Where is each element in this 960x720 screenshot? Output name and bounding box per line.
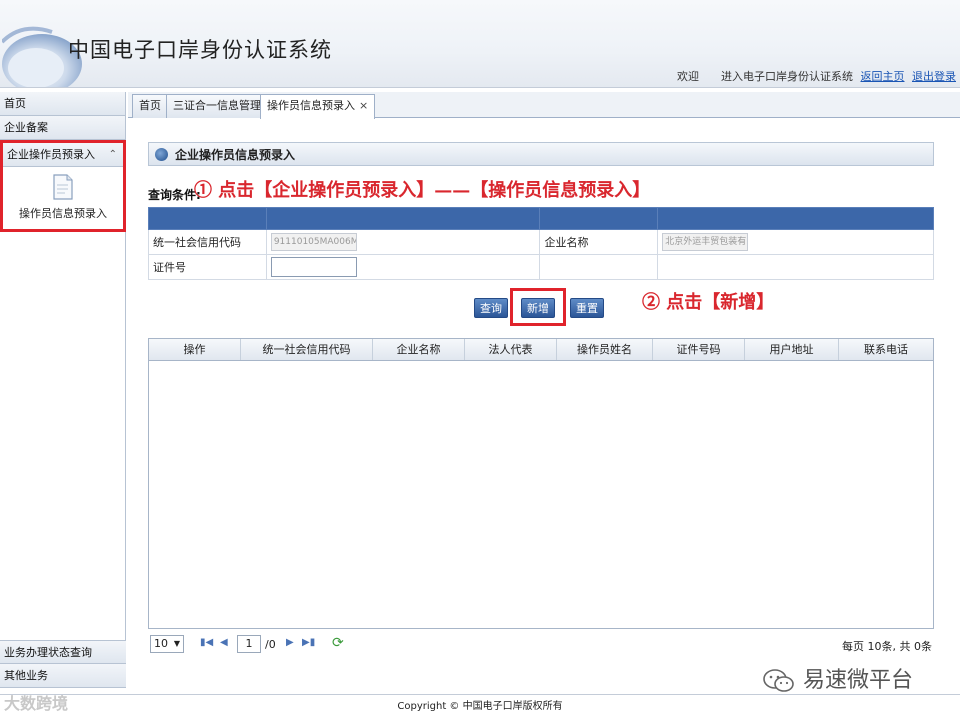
pager: 10 ▼ ▮◀ ◀ 1 /0 ▶ ▶▮ ⟳ 每页 10条, 共 0条 — [148, 632, 934, 658]
tab-label: 三证合一信息管理 — [173, 99, 261, 112]
column-header[interactable]: 联系电话 — [839, 339, 933, 360]
company-name-label: 企业名称 — [539, 229, 659, 255]
watermark-left-text: 大数跨境 — [4, 694, 69, 713]
collapse-chevron-icon[interactable]: ⌃ — [109, 143, 117, 167]
welcome-text: 欢迎 — [677, 70, 699, 83]
id-number-label: 证件号 — [148, 254, 267, 280]
query-form-table: 统一社会信用代码 91110105MA006MF 企业名称 北京外运丰贸包装有限… — [148, 207, 934, 280]
tab-operator-info[interactable]: 操作员信息预录入 × — [260, 94, 376, 119]
sidebar-subitem-operator-info[interactable]: 操作员信息预录入 — [3, 167, 123, 221]
column-header[interactable]: 企业名称 — [373, 339, 465, 360]
total-pages: /0 — [265, 638, 276, 651]
first-page-icon[interactable]: ▮◀ — [200, 637, 213, 648]
page-size-select[interactable]: 10 ▼ — [150, 635, 184, 653]
query-form-row: 证件号 — [148, 254, 934, 280]
footer: Copyright © 中国电子口岸版权所有 — [0, 694, 960, 720]
watermark-left: 大数跨境 — [4, 690, 68, 714]
column-header[interactable]: 证件号码 — [653, 339, 745, 360]
sidebar-item-home[interactable]: 首页 — [0, 92, 125, 116]
highlight-box-sidebar: 企业操作员预录入 ⌃ 操作员信息预录入 — [0, 140, 126, 232]
query-form-header-row — [148, 207, 934, 230]
prev-page-icon[interactable]: ◀ — [220, 637, 228, 648]
column-header[interactable]: 操作员姓名 — [557, 339, 653, 360]
id-number-input[interactable] — [270, 257, 357, 277]
tab-label: 操作员信息预录入 — [267, 99, 355, 112]
tab-bar: 首页 三证合一信息管理 × 操作员信息预录入 × — [128, 92, 960, 119]
system-title: 中国电子口岸身份认证系统 — [68, 38, 332, 62]
panel-title-text: 企业操作员信息预录入 — [175, 148, 296, 162]
document-icon — [53, 174, 73, 200]
tab-home[interactable]: 首页 — [132, 94, 168, 118]
last-page-icon[interactable]: ▶▮ — [302, 637, 315, 648]
results-grid-header: 操作 统一社会信用代码 企业名称 法人代表 操作员姓名 证件号码 用户地址 联系… — [149, 339, 933, 361]
sidebar-item-label: 企业操作员预录入 — [7, 148, 95, 161]
logout-link[interactable]: 退出登录 — [912, 70, 956, 83]
query-button[interactable]: 查询 — [474, 298, 508, 318]
user-bar: 欢迎 进入电子口岸身份认证系统 返回主页 退出登录 — [677, 68, 956, 84]
tab-label: 首页 — [139, 99, 161, 112]
sidebar-item-record[interactable]: 企业备案 — [0, 116, 125, 140]
page-number-input[interactable]: 1 — [237, 635, 261, 653]
main-content: 企业操作员信息预录入 查询条件: ① 点击【企业操作员预录入】——【操作员信息预… — [128, 118, 960, 688]
sidebar-item-other[interactable]: 其他业务 — [0, 664, 126, 688]
dropdown-arrow-icon: ▼ — [173, 639, 180, 648]
annotation-step-2: ② 点击【新增】 — [642, 292, 775, 313]
annotation-step-1: ① 点击【企业操作员预录入】——【操作员信息预录入】 — [194, 180, 651, 201]
page-size-value: 10 — [154, 637, 168, 650]
pager-info: 每页 10条, 共 0条 — [842, 640, 932, 653]
sidebar: 首页 企业备案 企业操作员预录入 ⌃ 操作员信息预录入 业务办理状态查询 其他业… — [0, 92, 126, 688]
panel-bullet-icon — [155, 148, 168, 161]
sidebar-subitem-label: 操作员信息预录入 — [19, 207, 107, 220]
credit-code-field[interactable]: 91110105MA006MF — [270, 233, 357, 251]
wechat-icon — [763, 669, 794, 692]
close-icon[interactable]: × — [359, 99, 368, 112]
watermark-right-text: 易速微平台 — [803, 668, 914, 693]
credit-code-label: 统一社会信用代码 — [148, 229, 267, 255]
watermark-right: 易速微平台 — [762, 662, 913, 695]
results-grid: 操作 统一社会信用代码 企业名称 法人代表 操作员姓名 证件号码 用户地址 联系… — [148, 338, 934, 629]
home-link[interactable]: 返回主页 — [861, 70, 905, 83]
sidebar-item-operator-prereg[interactable]: 企业操作员预录入 ⌃ — [3, 143, 123, 167]
company-name-field[interactable]: 北京外运丰贸包装有限 — [662, 233, 749, 251]
refresh-icon[interactable]: ⟳ — [332, 635, 344, 651]
app-header: 中国电子口岸身份认证系统 欢迎 进入电子口岸身份认证系统 返回主页 退出登录 — [0, 0, 960, 88]
column-header[interactable]: 统一社会信用代码 — [241, 339, 373, 360]
sidebar-bottom-group: 业务办理状态查询 其他业务 — [0, 640, 126, 688]
add-button[interactable]: 新增 — [521, 298, 555, 318]
sidebar-item-status-query[interactable]: 业务办理状态查询 — [0, 640, 126, 664]
column-header[interactable]: 操作 — [149, 339, 241, 360]
column-header[interactable]: 法人代表 — [465, 339, 557, 360]
panel-title: 企业操作员信息预录入 — [148, 142, 934, 166]
query-form-row: 统一社会信用代码 91110105MA006MF 企业名称 北京外运丰贸包装有限 — [148, 229, 934, 255]
query-conditions-label: 查询条件: — [148, 188, 201, 202]
column-header[interactable]: 用户地址 — [745, 339, 839, 360]
reset-button[interactable]: 重置 — [570, 298, 604, 318]
next-page-icon[interactable]: ▶ — [286, 637, 294, 648]
enter-system-text: 进入电子口岸身份认证系统 — [721, 70, 853, 83]
